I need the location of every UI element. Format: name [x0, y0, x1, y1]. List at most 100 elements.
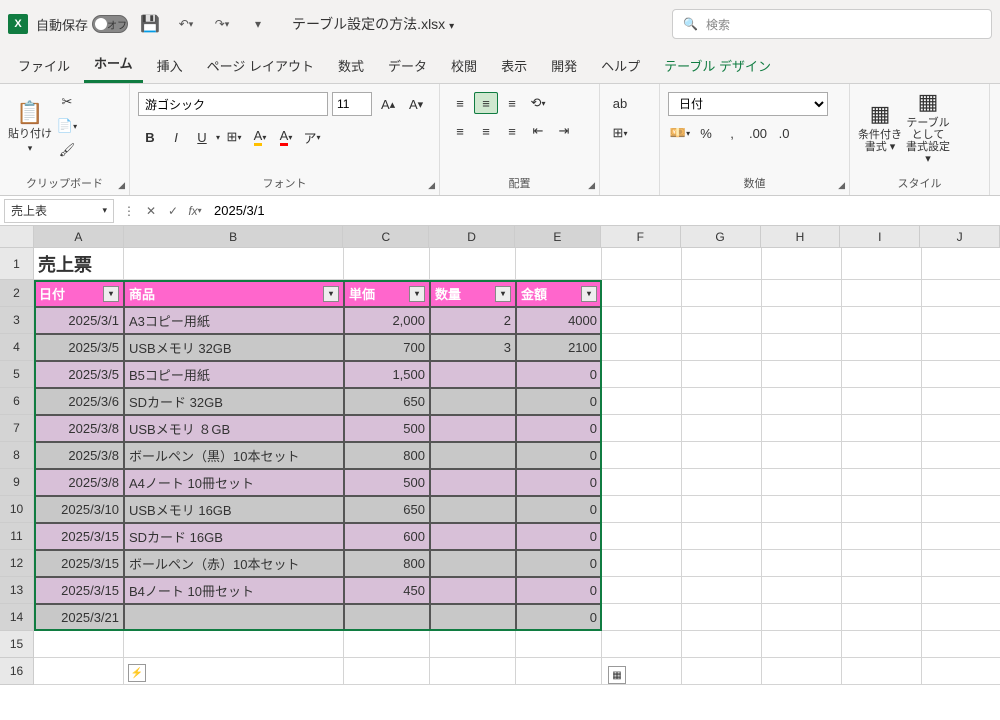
wrap-text-icon[interactable]: ab — [608, 92, 632, 114]
filter-icon[interactable]: ▾ — [409, 286, 425, 302]
table-cell[interactable]: ボールペン（赤）10本セット — [124, 550, 344, 577]
cell[interactable] — [430, 658, 516, 685]
cell[interactable] — [682, 631, 762, 658]
cell[interactable] — [922, 658, 1000, 685]
qat-more-icon[interactable]: ▾ — [244, 10, 272, 38]
cell[interactable] — [922, 442, 1000, 469]
cell[interactable] — [762, 631, 842, 658]
table-cell[interactable]: 2025/3/15 — [34, 523, 124, 550]
table-cell[interactable] — [124, 604, 344, 631]
save-icon[interactable]: 💾 — [136, 10, 164, 38]
table-cell[interactable]: B5コピー用紙 — [124, 361, 344, 388]
smart-tag-icon[interactable]: ⚡ — [128, 664, 146, 682]
cell[interactable] — [124, 658, 344, 685]
conditional-format-button[interactable]: ▦ 条件付き書式 ▾ — [858, 92, 902, 162]
cell[interactable] — [762, 577, 842, 604]
cell[interactable] — [842, 658, 922, 685]
table-cell[interactable]: 2025/3/1 — [34, 307, 124, 334]
row-header-13[interactable]: 13 — [0, 577, 34, 604]
table-cell[interactable]: 2025/3/15 — [34, 577, 124, 604]
undo-icon[interactable]: ↶▾ — [172, 10, 200, 38]
currency-icon[interactable]: 💴▾ — [668, 122, 692, 144]
cell[interactable] — [682, 604, 762, 631]
indent-increase-icon[interactable]: ⇥ — [552, 120, 576, 142]
table-cell[interactable]: 650 — [344, 496, 430, 523]
col-header-J[interactable]: J — [920, 226, 1000, 248]
row-header-14[interactable]: 14 — [0, 604, 34, 631]
italic-button[interactable]: I — [164, 126, 188, 148]
fx-icon[interactable]: fx▾ — [184, 200, 206, 222]
search-input[interactable]: 🔍 検索 — [672, 9, 992, 39]
cell[interactable] — [602, 442, 682, 469]
cell[interactable] — [344, 658, 430, 685]
cell[interactable] — [762, 523, 842, 550]
autofill-options-icon[interactable]: ▦ — [608, 666, 626, 684]
decrease-font-icon[interactable]: A▾ — [404, 93, 428, 115]
table-cell[interactable] — [344, 604, 430, 631]
table-cell[interactable]: 0 — [516, 496, 602, 523]
cell[interactable] — [602, 469, 682, 496]
table-cell[interactable]: 0 — [516, 361, 602, 388]
table-cell[interactable] — [430, 604, 516, 631]
cell[interactable] — [34, 631, 124, 658]
cell[interactable] — [602, 631, 682, 658]
enter-icon[interactable]: ✓ — [162, 200, 184, 222]
filter-icon[interactable]: ▾ — [323, 286, 339, 302]
table-cell[interactable]: 800 — [344, 442, 430, 469]
row-header-12[interactable]: 12 — [0, 550, 34, 577]
cell[interactable] — [124, 248, 344, 280]
row-header-11[interactable]: 11 — [0, 523, 34, 550]
cell[interactable] — [762, 388, 842, 415]
cell[interactable] — [682, 415, 762, 442]
bold-button[interactable]: B — [138, 126, 162, 148]
table-cell[interactable]: 450 — [344, 577, 430, 604]
cell[interactable] — [922, 280, 1000, 307]
table-cell[interactable]: 0 — [516, 388, 602, 415]
col-header-B[interactable]: B — [124, 226, 344, 248]
cell[interactable] — [842, 631, 922, 658]
table-cell[interactable]: 2025/3/6 — [34, 388, 124, 415]
tab-help[interactable]: ヘルプ — [591, 48, 650, 83]
cell[interactable] — [922, 523, 1000, 550]
table-cell[interactable]: 1,500 — [344, 361, 430, 388]
table-cell[interactable]: B4ノート 10冊セット — [124, 577, 344, 604]
cell[interactable] — [682, 334, 762, 361]
table-header-0[interactable]: 日付▾ — [34, 280, 124, 307]
decrease-decimal-icon[interactable]: .0 — [772, 122, 796, 144]
cell[interactable] — [516, 658, 602, 685]
cell[interactable] — [682, 496, 762, 523]
cell[interactable] — [842, 550, 922, 577]
col-header-C[interactable]: C — [343, 226, 429, 248]
cell[interactable] — [762, 469, 842, 496]
worksheet-grid[interactable]: ABCDEFGHIJ 12345678910111213141516 売上票日付… — [0, 226, 1000, 720]
tab-view[interactable]: 表示 — [491, 48, 537, 83]
cell[interactable] — [602, 550, 682, 577]
cell[interactable] — [516, 631, 602, 658]
table-cell[interactable]: 3 — [430, 334, 516, 361]
table-cell[interactable]: 2 — [430, 307, 516, 334]
cell[interactable] — [922, 307, 1000, 334]
cell[interactable] — [762, 248, 842, 280]
table-cell[interactable]: 2025/3/8 — [34, 415, 124, 442]
table-cell[interactable] — [430, 469, 516, 496]
row-header-7[interactable]: 7 — [0, 415, 34, 442]
row-header-15[interactable]: 15 — [0, 631, 34, 658]
table-cell[interactable] — [430, 361, 516, 388]
cell[interactable] — [922, 604, 1000, 631]
table-cell[interactable]: USBメモリ 16GB — [124, 496, 344, 523]
table-cell[interactable]: SDカード 16GB — [124, 523, 344, 550]
table-cell[interactable]: 650 — [344, 388, 430, 415]
align-right-icon[interactable]: ≡ — [500, 120, 524, 142]
col-header-H[interactable]: H — [761, 226, 841, 248]
cell[interactable] — [922, 469, 1000, 496]
cell[interactable] — [602, 523, 682, 550]
table-cell[interactable]: 0 — [516, 442, 602, 469]
row-header-2[interactable]: 2 — [0, 280, 34, 307]
align-center-icon[interactable]: ≡ — [474, 120, 498, 142]
cell[interactable] — [602, 415, 682, 442]
table-cell[interactable]: 500 — [344, 469, 430, 496]
cell[interactable] — [602, 577, 682, 604]
col-header-A[interactable]: A — [34, 226, 124, 248]
cell[interactable] — [922, 550, 1000, 577]
tab-file[interactable]: ファイル — [8, 48, 80, 83]
